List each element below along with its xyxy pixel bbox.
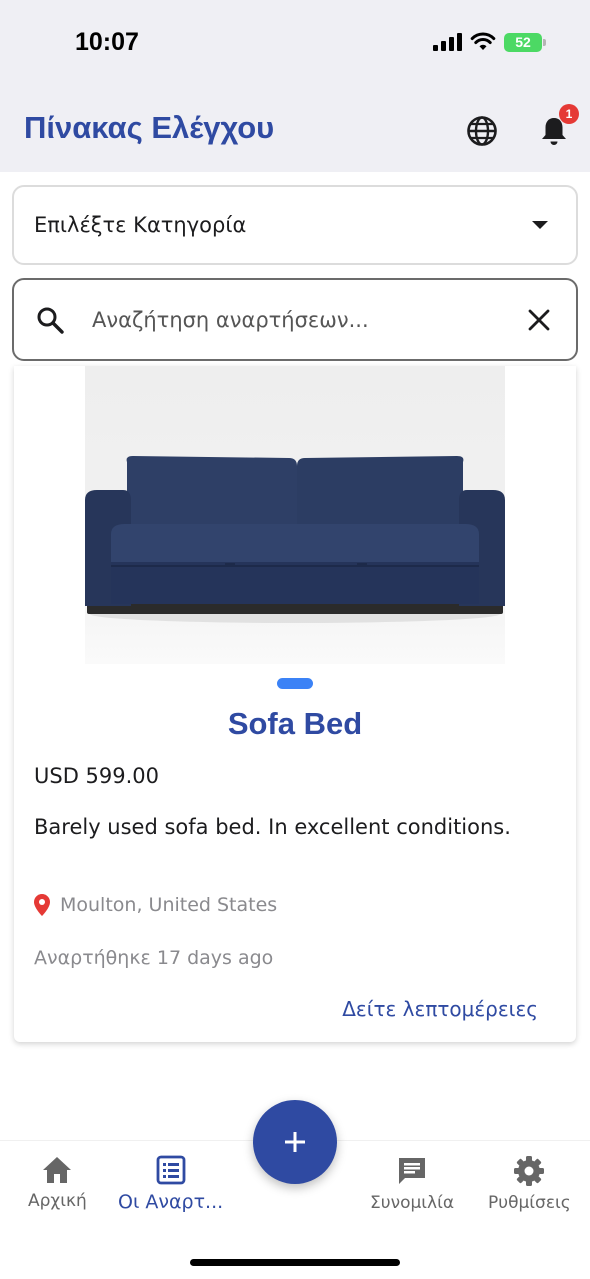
- status-time: 10:07: [75, 28, 139, 56]
- listing-photo[interactable]: [85, 366, 505, 664]
- add-post-button[interactable]: [253, 1100, 337, 1184]
- notification-badge: 1: [559, 104, 579, 124]
- listing-card[interactable]: Sofa Bed USD 599.00 Barely used sofa bed…: [14, 366, 576, 1042]
- language-button[interactable]: [461, 110, 503, 152]
- cellular-signal-icon: [433, 33, 462, 51]
- nav-item-my-posts[interactable]: Οι Αναρτ...: [118, 1155, 223, 1213]
- nav-item-home[interactable]: Αρχική: [28, 1155, 87, 1211]
- nav-item-chat[interactable]: Συνομιλία: [370, 1155, 454, 1213]
- search-icon: [37, 307, 64, 334]
- location-pin-icon: [34, 894, 50, 916]
- listing-posted-time: Αναρτήθηκε 17 days ago: [34, 947, 274, 969]
- list-icon: [156, 1155, 185, 1185]
- listing-price: USD 599.00: [34, 764, 160, 788]
- listing-location: Moulton, United States: [34, 894, 277, 916]
- category-select-label: Επιλέξτε Κατηγορία: [34, 213, 247, 237]
- search-input[interactable]: [92, 307, 524, 332]
- page-title: Πίνακας Ελέγχου: [24, 110, 275, 145]
- chat-icon: [399, 1158, 426, 1184]
- nav-label-settings: Ρυθμίσεις: [488, 1193, 571, 1213]
- top-bar: 10:07 52 Πίνακας Ελέγχου 1: [0, 0, 590, 172]
- view-details-link[interactable]: Δείτε λεπτομέρειες: [342, 997, 538, 1021]
- status-icons: 52: [433, 32, 546, 52]
- close-icon: [528, 309, 550, 330]
- chevron-down-icon: [532, 221, 548, 229]
- listing-location-text: Moulton, United States: [60, 894, 278, 916]
- nav-label-chat: Συνομιλία: [370, 1193, 455, 1213]
- sofa-image: [85, 456, 505, 623]
- wifi-icon: [470, 32, 496, 50]
- notifications-button[interactable]: 1: [533, 104, 579, 152]
- clear-search-button[interactable]: [524, 305, 554, 335]
- image-page-indicator: [277, 678, 313, 689]
- globe-icon: [467, 116, 497, 146]
- listing-description: Barely used sofa bed. In excellent condi…: [34, 815, 511, 839]
- battery-icon: 52: [504, 32, 546, 52]
- search-box: [12, 278, 578, 361]
- settings-icon: [514, 1156, 545, 1186]
- battery-level: 52: [515, 34, 531, 50]
- home-indicator: [190, 1259, 400, 1266]
- category-select[interactable]: Επιλέξτε Κατηγορία: [12, 185, 578, 265]
- nav-item-settings[interactable]: Ρυθμίσεις: [488, 1155, 571, 1213]
- nav-label-home: Αρχική: [28, 1191, 87, 1211]
- nav-label-my-posts: Οι Αναρτ...: [118, 1191, 224, 1213]
- listing-title: Sofa Bed: [227, 706, 363, 741]
- home-icon: [43, 1157, 72, 1183]
- plus-icon: [285, 1132, 305, 1152]
